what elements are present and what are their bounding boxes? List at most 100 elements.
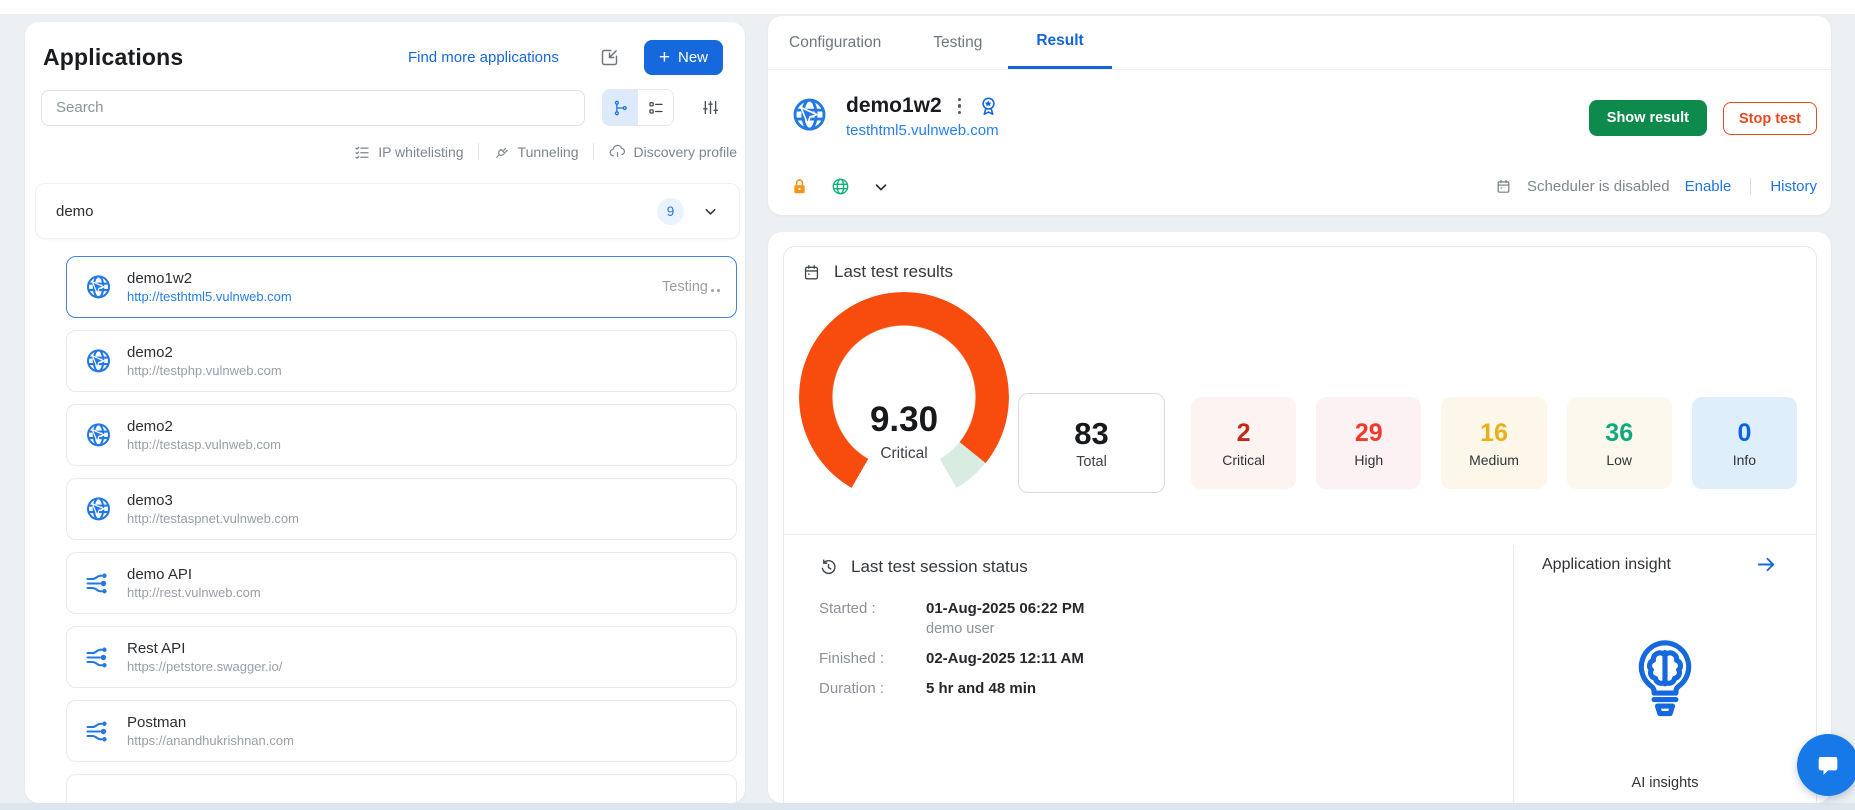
- scheduler-history-link[interactable]: History: [1770, 178, 1817, 195]
- tab-result[interactable]: Result: [1008, 16, 1112, 69]
- list-item-demo2-testasp[interactable]: demo2 http://testasp.vulnweb.com: [66, 404, 737, 466]
- app-domain-link[interactable]: testhtml5.vulnweb.com: [846, 122, 1000, 139]
- app-name: demo3: [127, 492, 173, 509]
- header-actions: Show result Stop test: [1588, 100, 1817, 136]
- group-demo[interactable]: demo 9: [35, 183, 740, 239]
- app-url[interactable]: http://testhtml5.vulnweb.com: [127, 289, 292, 304]
- divider: [784, 534, 1816, 535]
- filter-sliders-icon[interactable]: [701, 98, 720, 117]
- risk-level-label: Critical: [880, 445, 928, 462]
- app-url: http://testasp.vulnweb.com: [127, 437, 281, 452]
- chevron-down-icon[interactable]: [872, 178, 890, 196]
- search-input[interactable]: [41, 89, 585, 126]
- api-app-icon: [86, 573, 107, 593]
- severity-low-box: 36 Low: [1566, 397, 1672, 489]
- web-app-icon: [793, 98, 826, 131]
- list-item-demo2-testphp[interactable]: demo2 http://testphp.vulnweb.com: [66, 330, 737, 392]
- severity-summary-row: 2 Critical 29 High 16 Medium 36 Low 0 In…: [1191, 397, 1798, 489]
- app-name: Rest API: [127, 640, 186, 657]
- applications-header: Applications Find more applications + Ne…: [43, 40, 723, 75]
- kebab-menu-icon[interactable]: [956, 96, 964, 117]
- risk-gauge-wrap: 9.30 Critical: [799, 292, 1009, 502]
- view-toggle: [602, 89, 674, 126]
- total-vulnerabilities-box: 83 Total: [1018, 393, 1165, 493]
- plug-icon: [495, 147, 508, 158]
- web-app-icon: [87, 348, 110, 372]
- web-app-icon: [87, 422, 110, 446]
- list-item-demo-api[interactable]: demo API http://rest.vulnweb.com: [66, 552, 737, 614]
- list-view-icon[interactable]: [638, 90, 673, 125]
- session-row-started: Started : 01-Aug-2025 06:22 PM demo user: [819, 600, 1085, 637]
- search-row: [41, 89, 723, 126]
- lock-icon: [794, 179, 805, 194]
- app-name: Postman: [127, 714, 187, 731]
- last-test-results-card: Last test results 9.30 Critical 83 Total…: [783, 246, 1817, 803]
- bottom-strip: [0, 803, 1855, 810]
- list-item-rest-api[interactable]: Rest API https://petstore.swagger.io/: [66, 626, 737, 688]
- severity-high-box: 29 High: [1316, 397, 1422, 489]
- api-app-icon: [86, 647, 107, 667]
- show-result-button[interactable]: Show result: [1588, 100, 1707, 136]
- import-icon[interactable]: [599, 47, 620, 68]
- panel-title: Applications: [43, 44, 184, 70]
- api-app-icon: [86, 721, 107, 741]
- ai-insights-bulb-icon[interactable]: [1624, 623, 1706, 729]
- scheduler-enable-link[interactable]: Enable: [1685, 178, 1732, 195]
- chat-bubble-icon: [1818, 757, 1838, 775]
- page-title: demo1w2: [846, 94, 942, 117]
- meta-row: Scheduler is disabled Enable History: [790, 176, 1817, 197]
- filter-discovery-profile[interactable]: Discovery profile: [608, 142, 737, 161]
- arrow-right-icon[interactable]: [1755, 553, 1778, 576]
- tab-testing[interactable]: Testing: [933, 16, 982, 69]
- list-item-demo1w2[interactable]: demo1w2 http://testhtml5.vulnweb.com Tes…: [66, 256, 737, 318]
- filter-tunneling[interactable]: Tunneling: [493, 143, 579, 161]
- award-badge-icon: [982, 96, 995, 115]
- app-url: https://petstore.swagger.io/: [127, 659, 283, 674]
- find-more-applications-link[interactable]: Find more applications: [408, 49, 559, 66]
- list-item-demo3[interactable]: demo3 http://testaspnet.vulnweb.com: [66, 478, 737, 540]
- risk-gauge: [799, 292, 1009, 502]
- app-url: http://testaspnet.vulnweb.com: [127, 511, 299, 526]
- app-name: demo2: [127, 418, 173, 435]
- severity-info-box: 0 Info: [1691, 397, 1798, 489]
- list-item-postman[interactable]: Postman https://anandhukrishnan.com: [66, 700, 737, 762]
- session-title: Last test session status: [851, 557, 1028, 576]
- filter-divider: [592, 143, 594, 160]
- history-clock-icon: [821, 559, 836, 574]
- new-application-button[interactable]: + New: [643, 40, 723, 75]
- application-detail-header: Configuration Testing Result demo1w2 tes…: [768, 16, 1831, 215]
- divider: [1513, 545, 1514, 803]
- severity-medium-box: 16 Medium: [1441, 397, 1547, 489]
- group-count-badge: 9: [657, 197, 684, 225]
- session-user: demo user: [926, 621, 995, 637]
- checklist-icon: [355, 146, 369, 159]
- stop-test-button[interactable]: Stop test: [1722, 102, 1817, 135]
- results-title: Last test results: [834, 262, 954, 281]
- plus-icon: +: [658, 47, 670, 68]
- ai-insights-label: AI insights: [1631, 775, 1699, 791]
- severity-critical-box: 2 Critical: [1191, 397, 1297, 489]
- result-content: Last test results 9.30 Critical 83 Total…: [768, 232, 1831, 803]
- filter-divider: [477, 143, 479, 160]
- results-title-row: Last test results: [802, 262, 953, 282]
- app-name: demo2: [127, 344, 173, 361]
- tree-view-icon[interactable]: [603, 90, 638, 125]
- application-list: demo1w2 http://testhtml5.vulnweb.com Tes…: [66, 256, 737, 803]
- app-name: demo1w2: [127, 270, 193, 287]
- app-name: demo API: [127, 566, 193, 583]
- chat-widget-button[interactable]: [1797, 734, 1855, 796]
- cloud-icon: [609, 144, 625, 157]
- list-item-partial[interactable]: [66, 774, 737, 803]
- calendar-icon: [1497, 179, 1510, 193]
- globe-icon: [832, 178, 849, 195]
- tab-configuration[interactable]: Configuration: [789, 16, 881, 69]
- chevron-down-icon[interactable]: [702, 203, 719, 220]
- application-insight-header: Application insight: [1542, 553, 1778, 576]
- applications-panel: Applications Find more applications + Ne…: [25, 22, 745, 803]
- status-badge: Testing: [662, 279, 720, 296]
- filter-ip-whitelisting[interactable]: IP whitelisting: [353, 143, 464, 161]
- session-row-finished: Finished : 02-Aug-2025 12:11 AM: [819, 650, 1084, 667]
- top-band: [0, 0, 1855, 14]
- app-url: http://rest.vulnweb.com: [127, 585, 261, 600]
- app-url: https://anandhukrishnan.com: [127, 733, 294, 748]
